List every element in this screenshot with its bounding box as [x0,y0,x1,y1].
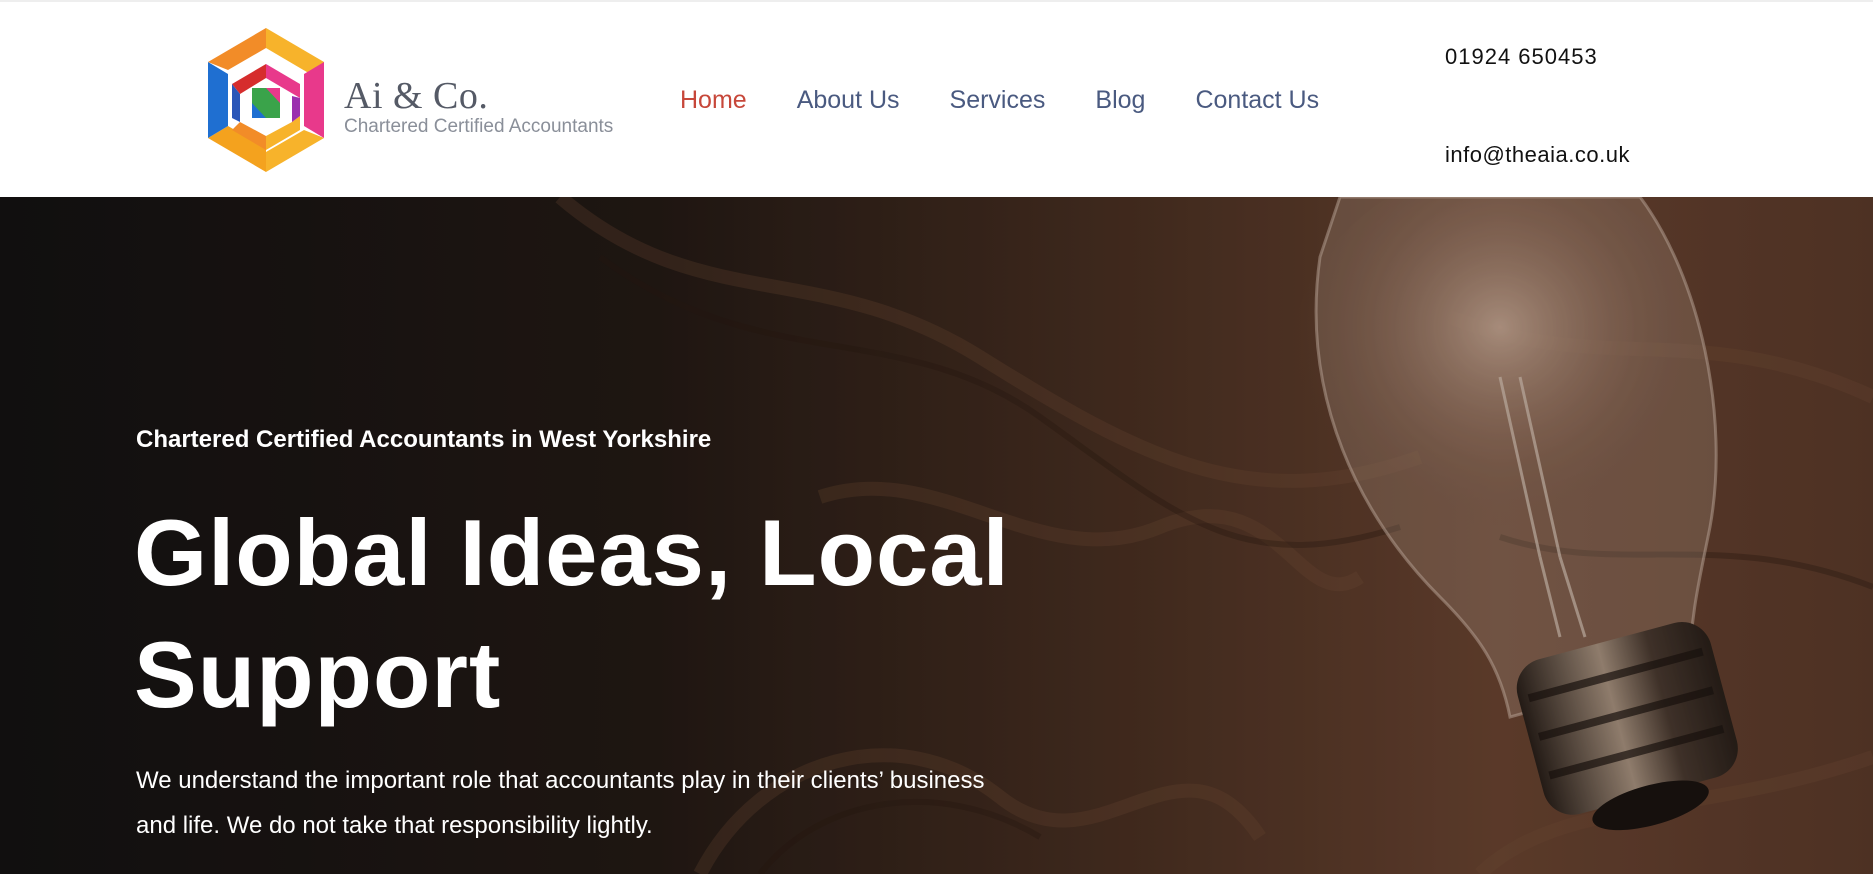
nav-item-services[interactable]: Services [950,82,1046,122]
hero-title: Global Ideas, Local Support [134,492,1134,736]
hero-title-line-2: Support [134,622,502,727]
hero-description: We understand the important role that ac… [136,767,985,839]
hexagon-logo-icon [208,28,324,172]
site-header: Ai & Co. Chartered Certified Accountants… [0,0,1873,197]
nav-item-about-us[interactable]: About Us [797,82,900,122]
logo-link[interactable]: Ai & Co. Chartered Certified Accountants [200,26,630,174]
hero-kicker: Chartered Certified Accountants in West … [136,426,712,453]
nav-item-contact-us[interactable]: Contact Us [1195,82,1319,122]
hero-title-line-1: Global Ideas, Local [134,500,1010,605]
email-link[interactable]: info@theaia.co.uk [1445,142,1630,168]
brand-tagline: Chartered Certified Accountants [344,116,614,137]
brand-name: Ai & Co. [344,75,489,117]
main-nav: Home About Us Services Blog Contact Us [680,82,1369,122]
nav-item-home[interactable]: Home [680,82,747,122]
phone-link[interactable]: 01924 650453 [1445,44,1598,70]
hero-section: Chartered Certified Accountants in West … [0,197,1873,874]
nav-item-blog[interactable]: Blog [1095,82,1145,122]
